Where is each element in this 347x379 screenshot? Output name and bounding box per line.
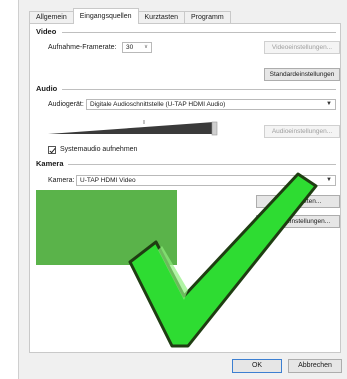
audio-device-select[interactable]: Digitale Audioschnittstelle (U-TAP HDMI … bbox=[86, 99, 336, 110]
camera-select[interactable]: U-TAP HDMI Video ▼ bbox=[76, 175, 336, 186]
tab-panel: Video Aufnahme-Framerate: 30 ∨ Videoeins… bbox=[29, 23, 341, 353]
dropdown-arrow-icon: ▼ bbox=[326, 101, 332, 107]
audio-settings-button[interactable]: Audioeinstellungen... bbox=[264, 125, 340, 138]
camera-preview bbox=[36, 190, 177, 265]
chevron-down-icon: ∨ bbox=[143, 44, 148, 50]
slider-thumb[interactable] bbox=[211, 121, 218, 136]
audio-section-title: Audio bbox=[36, 84, 58, 93]
framerate-value: 30 bbox=[126, 44, 134, 51]
settings-dialog: Allgemein Eingangsquellen Kurztasten Pro… bbox=[18, 0, 347, 379]
ok-button[interactable]: OK bbox=[232, 359, 282, 373]
framerate-spinner[interactable]: 30 ∨ bbox=[122, 42, 152, 53]
slider-track bbox=[48, 122, 214, 134]
tab-eingangsquellen[interactable]: Eingangsquellen bbox=[72, 8, 139, 24]
tab-bar: Allgemein Eingangsquellen Kurztasten Pro… bbox=[29, 8, 231, 24]
framerate-label: Aufnahme-Framerate: bbox=[48, 44, 117, 51]
camera-properties-button[interactable]: Eigenschaften... bbox=[256, 195, 340, 208]
audio-device-value: Digitale Audioschnittstelle (U-TAP HDMI … bbox=[90, 101, 226, 108]
audio-divider bbox=[62, 89, 336, 90]
dropdown-arrow-icon: ▼ bbox=[326, 177, 332, 183]
format-settings-button[interactable]: Formateinstellungen... bbox=[256, 215, 340, 228]
audio-level-slider[interactable] bbox=[48, 120, 218, 136]
video-section-title: Video bbox=[36, 27, 57, 36]
camera-section-title: Kamera bbox=[36, 159, 64, 168]
video-divider bbox=[62, 32, 336, 33]
default-settings-button[interactable]: Standardeinstellungen bbox=[264, 68, 340, 81]
cancel-button[interactable]: Abbrechen bbox=[288, 359, 342, 373]
system-audio-checkbox[interactable] bbox=[48, 146, 56, 154]
system-audio-label: Systemaudio aufnehmen bbox=[60, 146, 138, 153]
video-settings-button[interactable]: Videoeinstellungen... bbox=[264, 41, 340, 54]
audio-device-label: Audiogerät: bbox=[48, 101, 84, 108]
camera-label: Kamera: bbox=[48, 177, 75, 184]
camera-value: U-TAP HDMI Video bbox=[80, 177, 136, 184]
camera-divider bbox=[68, 164, 336, 165]
